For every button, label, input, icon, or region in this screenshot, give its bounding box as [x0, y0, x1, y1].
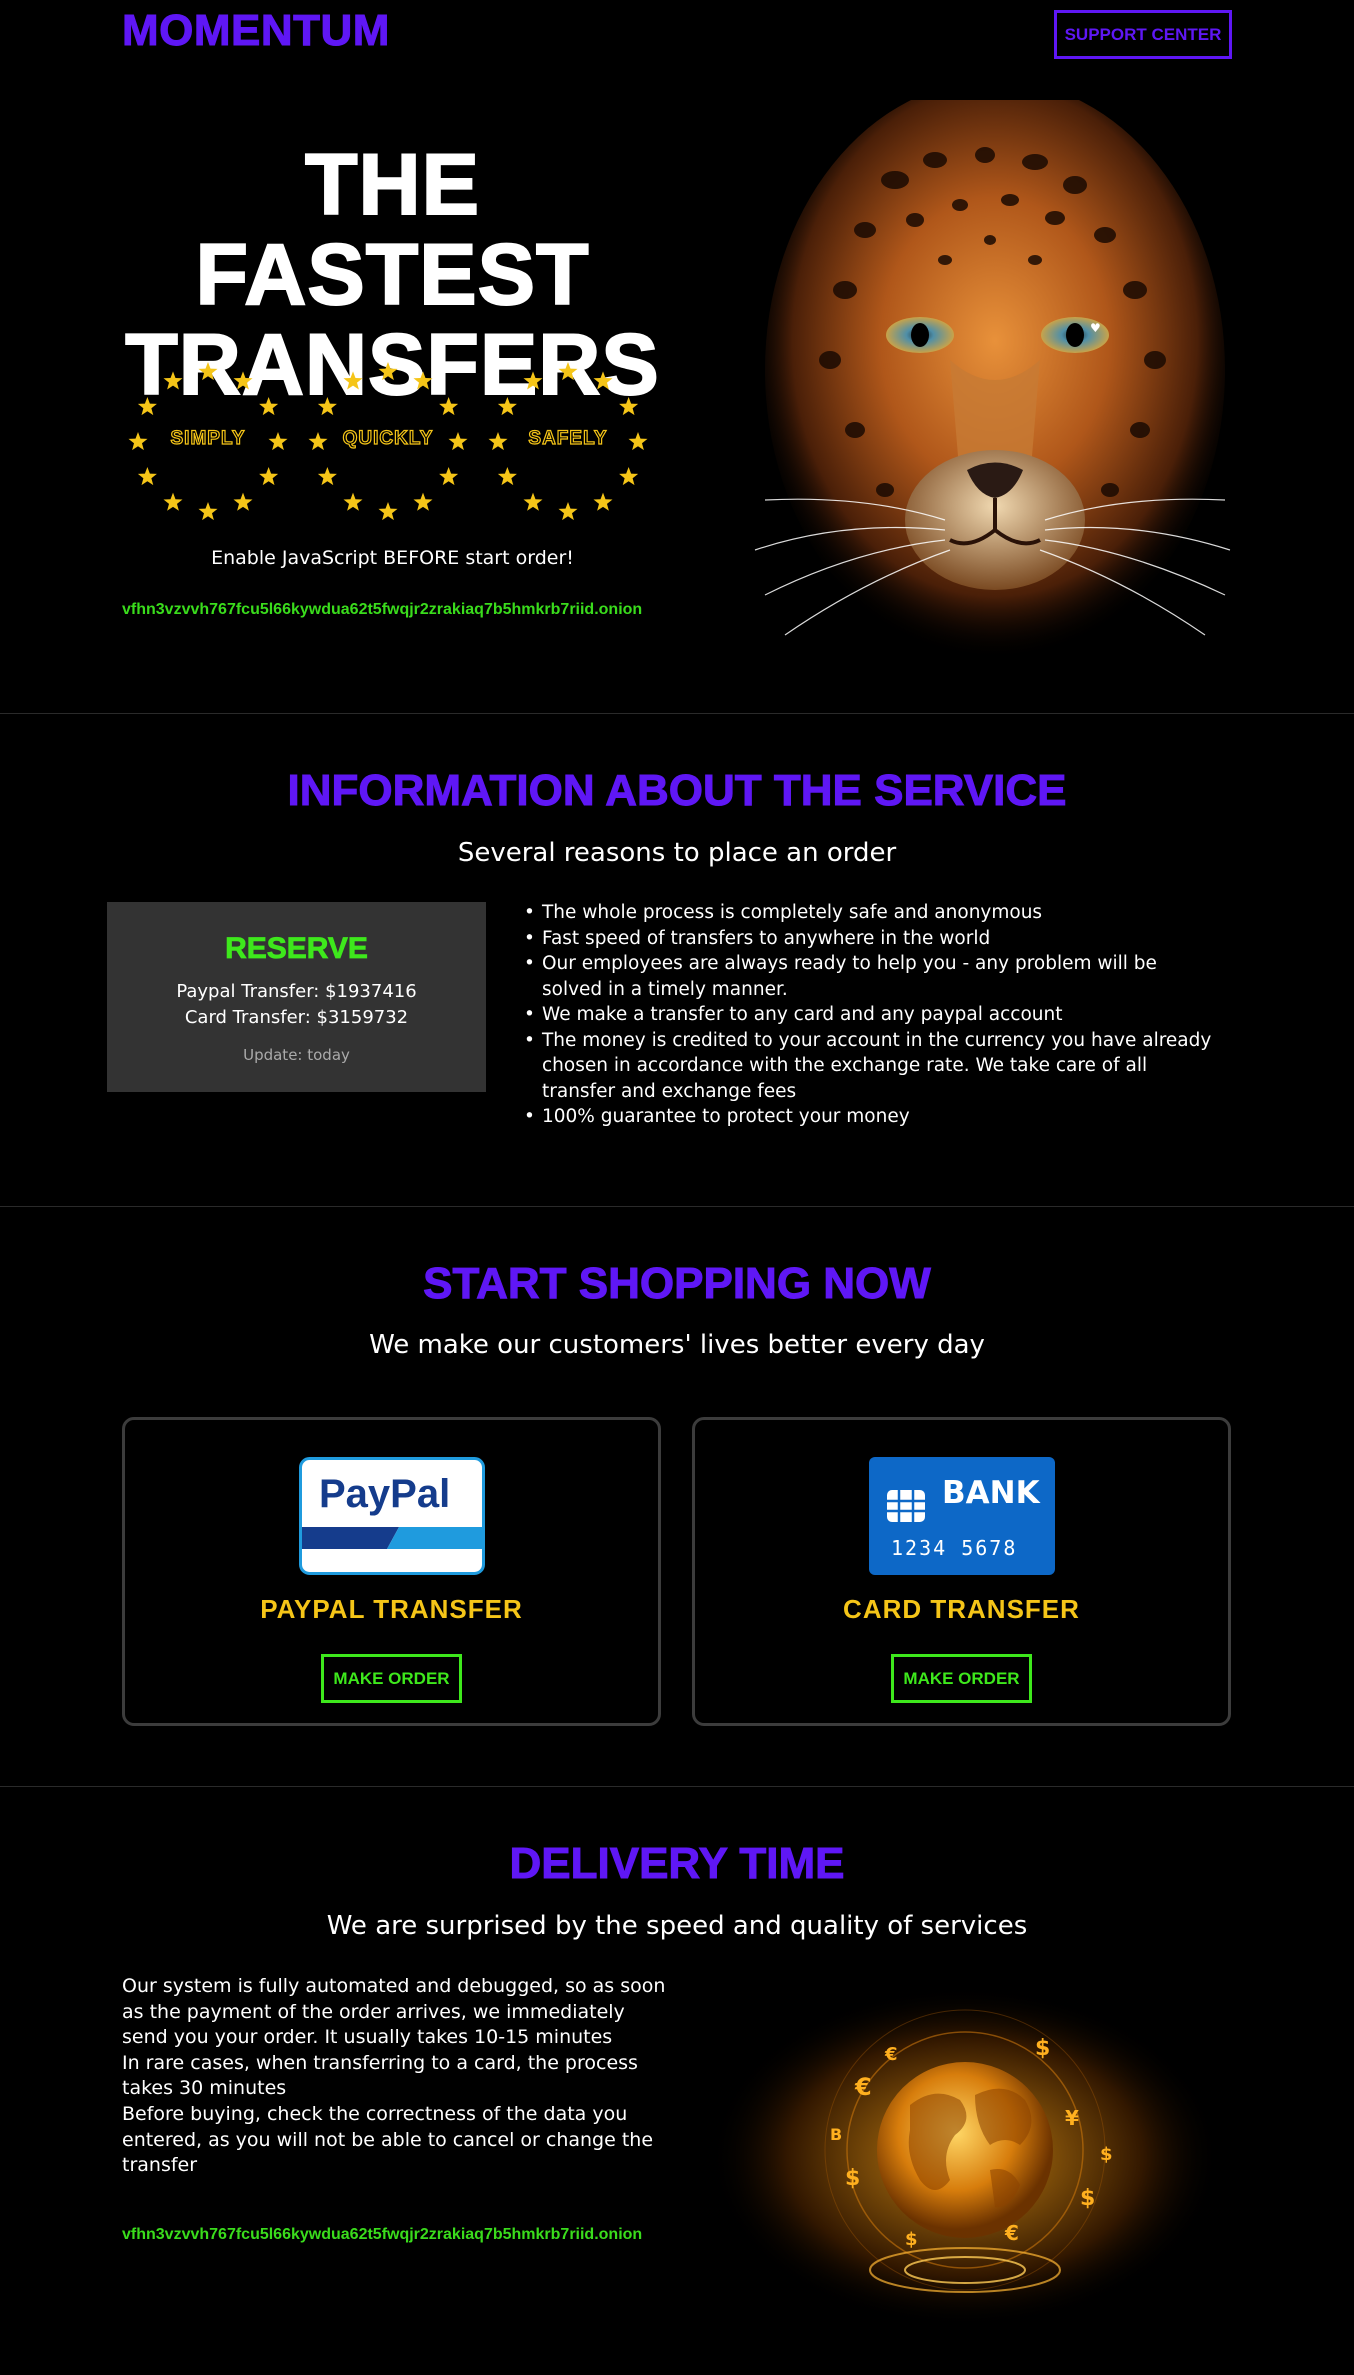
star-icon	[163, 371, 183, 390]
svg-text:$: $	[1080, 2186, 1095, 2211]
svg-text:♥: ♥	[1090, 321, 1101, 335]
star-icon	[523, 371, 543, 390]
section-divider	[0, 1786, 1354, 1787]
star-icon	[413, 492, 433, 511]
svg-text:€: €	[1004, 2221, 1019, 2245]
star-icon	[317, 467, 337, 486]
star-icon	[439, 467, 459, 486]
star-icon	[317, 397, 337, 416]
star-icon	[233, 371, 253, 390]
card-transfer-title: CARD TRANSFER	[843, 1594, 1080, 1624]
hero-title-line-1: THE FASTEST	[194, 137, 590, 323]
badge-simply: SIMPLY	[128, 362, 288, 522]
star-icon	[619, 397, 639, 416]
site-logo[interactable]: MOMENTUM	[122, 6, 390, 56]
star-icon	[593, 492, 613, 511]
reserve-card-amount: Card Transfer: $3159732	[184, 1007, 409, 1028]
star-icon	[558, 362, 578, 381]
list-item: Our employees are always ready to help y…	[522, 951, 1222, 1002]
star-icon	[259, 467, 279, 486]
leopard-image: ♥	[754, 100, 1231, 660]
badge-label: QUICKLY	[342, 427, 434, 449]
paypal-make-order-button[interactable]: MAKE ORDER	[321, 1654, 462, 1703]
bank-card-icon: BANK 1234 5678	[869, 1457, 1055, 1575]
svg-text:€: €	[884, 2044, 898, 2065]
star-icon	[497, 397, 517, 416]
svg-text:¥: ¥	[1065, 2106, 1079, 2130]
bank-logo-text: BANK	[942, 1475, 1041, 1511]
badge-label: SIMPLY	[170, 427, 246, 449]
svg-text:B: B	[830, 2125, 842, 2144]
shop-section-subtitle: We make our customers' lives better ever…	[369, 1330, 985, 1360]
star-icon	[198, 362, 218, 381]
star-icon	[198, 502, 218, 521]
reasons-list: The whole process is completely safe and…	[522, 900, 1222, 1130]
star-icon	[378, 502, 398, 521]
star-icon	[558, 502, 578, 521]
list-item: 100% guarantee to protect your money	[522, 1104, 1222, 1130]
paypal-transfer-card: PayPal PAYPAL TRANSFER MAKE ORDER	[122, 1417, 661, 1726]
golden-globe-image: € $ ¥ $ $ € € $ $ B	[710, 1987, 1220, 2327]
delivery-section-subtitle: We are surprised by the speed and qualit…	[326, 1911, 1028, 1941]
star-icon	[259, 397, 279, 416]
section-divider	[0, 1206, 1354, 1207]
paypal-logo-text: PayPal	[319, 1472, 450, 1516]
list-item: The money is credited to your account in…	[522, 1028, 1222, 1105]
star-icon	[413, 371, 433, 390]
svg-text:$: $	[1100, 2144, 1113, 2165]
site-header: MOMENTUM SUPPORT CENTER	[0, 0, 1354, 70]
delivery-section-title: DELIVERY TIME	[509, 1839, 845, 1889]
star-icon	[439, 397, 459, 416]
card-make-order-button[interactable]: MAKE ORDER	[891, 1654, 1032, 1703]
badge-quickly: QUICKLY	[308, 362, 468, 522]
delivery-description: Our system is fully automated and debugg…	[122, 1975, 666, 2177]
star-icon	[619, 467, 639, 486]
star-icon	[137, 397, 157, 416]
onion-address[interactable]: vfhn3vzvvh767fcu5l66kywdua62t5fwqjr2zrak…	[122, 2226, 642, 2244]
info-section-title: INFORMATION ABOUT THE SERVICE	[287, 766, 1067, 816]
star-icon	[593, 371, 613, 390]
star-icon	[343, 371, 363, 390]
section-divider	[0, 713, 1354, 714]
svg-text:$: $	[1035, 2036, 1050, 2061]
reserve-title: RESERVE	[225, 932, 369, 966]
card-transfer-card: BANK 1234 5678 CARD TRANSFER MAKE ORDER	[692, 1417, 1231, 1726]
svg-text:$: $	[905, 2229, 918, 2250]
shop-section-title: START SHOPPING NOW	[423, 1259, 932, 1309]
paypal-logo-icon: PayPal	[299, 1457, 485, 1575]
svg-text:€: €	[854, 2073, 872, 2101]
reserve-paypal-amount: Paypal Transfer: $1937416	[176, 981, 417, 1002]
reserve-update-time: Update: today	[243, 1046, 350, 1064]
onion-address[interactable]: vfhn3vzvvh767fcu5l66kywdua62t5fwqjr2zrak…	[122, 601, 642, 619]
list-item: We make a transfer to any card and any p…	[522, 1002, 1222, 1028]
javascript-notice: Enable JavaScript BEFORE start order!	[211, 547, 574, 569]
list-item: The whole process is completely safe and…	[522, 900, 1222, 926]
star-icon	[343, 492, 363, 511]
star-icon	[137, 467, 157, 486]
card-number-text: 1234 5678	[891, 1536, 1017, 1560]
star-icon	[233, 492, 253, 511]
star-icon	[378, 362, 398, 381]
paypal-transfer-title: PAYPAL TRANSFER	[260, 1594, 523, 1624]
badge-safely: SAFELY	[488, 362, 648, 522]
reserve-panel: RESERVE Paypal Transfer: $1937416 Card T…	[107, 902, 486, 1092]
support-center-button[interactable]: SUPPORT CENTER	[1054, 10, 1232, 59]
feature-badges: SIMPLY QUICKLY SAFELY	[128, 362, 658, 522]
list-item: Fast speed of transfers to anywhere in t…	[522, 926, 1222, 952]
info-section-subtitle: Several reasons to place an order	[457, 838, 897, 868]
star-icon	[497, 467, 517, 486]
star-icon	[163, 492, 183, 511]
star-icon	[523, 492, 543, 511]
svg-text:$: $	[845, 2166, 860, 2191]
badge-label: SAFELY	[528, 427, 608, 449]
